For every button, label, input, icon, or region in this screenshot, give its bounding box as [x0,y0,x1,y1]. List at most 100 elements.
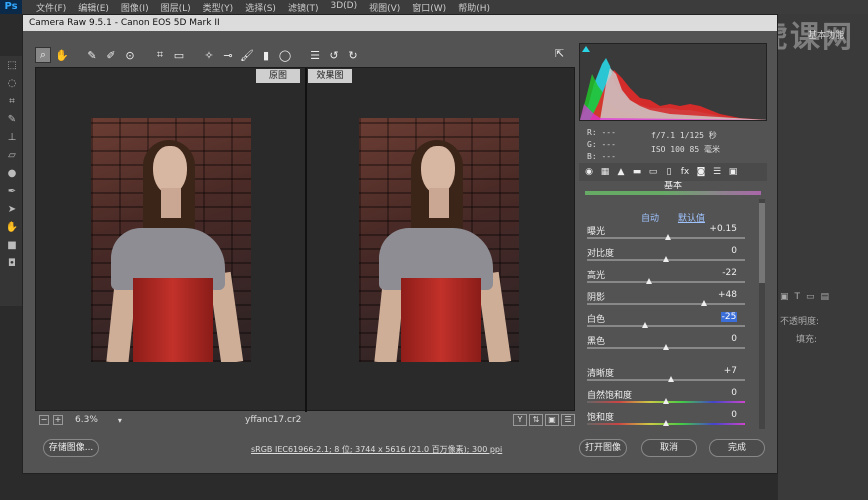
before-after-toggle-icon[interactable]: Y [513,414,527,426]
lasso-tool-icon[interactable]: ◌ [0,74,24,92]
camera-raw-toolbar: ⌕ ✋ ✎ ✐ ⊙ ⌗ ▭ ✧ ⊸ 🖌 ▮ ◯ ☰ ↺ ↻ [35,45,575,65]
menu-layer[interactable]: 图层(L) [155,1,197,14]
menu-help[interactable]: 帮助(H) [452,1,496,14]
tab-effects-icon[interactable]: fx [679,166,691,178]
marquee-tool-icon[interactable]: ⬚ [0,56,24,74]
radial-filter-icon[interactable]: ◯ [277,47,293,63]
layer-smart-icon[interactable]: ▤ [821,292,830,302]
menu-window[interactable]: 窗口(W) [406,1,452,14]
zoom-dropdown-icon[interactable]: ▾ [118,416,122,425]
menu-3d[interactable]: 3D(D) [324,1,363,14]
menu-image[interactable]: 图像(I) [115,1,155,14]
ps-logo: Ps [0,0,22,14]
slider-row: 高光 -22 [585,268,761,290]
tab-tone-curve-icon[interactable]: ▦ [599,166,611,178]
slider-track[interactable] [587,281,745,283]
slider-thumb[interactable] [663,344,669,350]
shadow-clipping-icon[interactable] [582,46,590,52]
menu-edit[interactable]: 编辑(E) [72,1,115,14]
slider-value[interactable]: 0 [697,410,737,420]
auto-default-row: 自动 默认值 [579,211,767,224]
hand-tool-icon[interactable]: ✋ [0,218,24,236]
slider-thumb[interactable] [700,300,707,306]
color-swatch-icon[interactable]: ■ [0,236,24,254]
blur-tool-icon[interactable]: ● [0,164,24,182]
tab-snapshots-icon[interactable]: ▣ [727,166,739,178]
targeted-adjustment-tool-icon[interactable]: ⊙ [122,47,138,63]
ps-right-panel: ▣ T ▭ ▤ 不透明度: 填充: [778,14,868,500]
after-photo [359,118,519,362]
rotate-left-icon[interactable]: ↺ [326,47,342,63]
auto-button[interactable]: 自动 [641,214,659,224]
tab-presets-icon[interactable]: ☰ [711,166,723,178]
slider-value[interactable]: -25 [721,312,737,322]
slider-thumb[interactable] [663,398,669,404]
crop-tool-icon[interactable]: ⌗ [0,92,24,110]
layer-shape-icon[interactable]: ▭ [806,292,815,302]
slider-row: 黑色 0 [585,334,761,356]
slider-value[interactable]: -22 [697,268,737,278]
layer-image-icon[interactable]: ▣ [780,292,789,302]
preferences-icon[interactable]: ☰ [307,47,323,63]
slider-row: 白色 -25 [585,312,761,334]
menu-file[interactable]: 文件(F) [30,1,72,14]
straighten-tool-icon[interactable]: ▭ [171,47,187,63]
slider-value[interactable]: +0.15 [697,224,737,234]
menu-type[interactable]: 类型(Y) [197,1,240,14]
tab-hsl-icon[interactable]: ▬ [631,166,643,178]
menu-select[interactable]: 选择(S) [239,1,282,14]
done-button[interactable]: 完成 [709,439,765,457]
cancel-button[interactable]: 取消 [641,439,697,457]
slider-value[interactable]: +48 [697,290,737,300]
slider-track[interactable] [587,303,745,305]
eraser-tool-icon[interactable]: ▱ [0,146,24,164]
stamp-tool-icon[interactable]: ⊥ [0,128,24,146]
tab-basic-icon[interactable]: ◉ [583,166,595,178]
adjustment-brush-icon[interactable]: 🖌 [239,47,255,63]
workflow-options-link[interactable]: sRGB IEC61966-2.1; 8 位; 3744 x 5616 (21.… [251,444,502,455]
tab-detail-icon[interactable]: ▲ [615,166,627,178]
zoom-out-button[interactable]: − [39,415,49,425]
copy-settings-icon[interactable]: ▣ [545,414,559,426]
path-select-tool-icon[interactable]: ➤ [0,200,24,218]
preview-settings-icon[interactable]: ☰ [561,414,575,426]
tab-split-toning-icon[interactable]: ▭ [647,166,659,178]
color-sampler-tool-icon[interactable]: ✐ [103,47,119,63]
slider-track[interactable] [587,325,745,327]
slider-value[interactable]: 0 [697,334,737,344]
fullscreen-icon[interactable]: ⇱ [555,47,569,61]
slider-value[interactable]: 0 [697,246,737,256]
eyedropper-tool-icon[interactable]: ✎ [0,110,24,128]
spot-removal-tool-icon[interactable]: ✧ [201,47,217,63]
slider-thumb[interactable] [663,256,669,262]
zoom-in-button[interactable]: + [53,415,63,425]
hand-tool-icon[interactable]: ✋ [54,47,70,63]
red-eye-tool-icon[interactable]: ⊸ [220,47,236,63]
histogram [579,43,767,121]
rotate-right-icon[interactable]: ↻ [345,47,361,63]
open-image-button[interactable]: 打开图像 [579,439,627,457]
menu-filter[interactable]: 滤镜(T) [282,1,325,14]
slider-thumb[interactable] [642,322,649,328]
white-balance-tool-icon[interactable]: ✎ [84,47,100,63]
slider-track[interactable] [587,379,745,381]
menu-view[interactable]: 视图(V) [363,1,406,14]
slider-value[interactable]: 0 [697,388,737,398]
slider-thumb[interactable] [664,234,671,240]
swap-views-icon[interactable]: ⇅ [529,414,543,426]
slider-value[interactable]: +7 [697,366,737,376]
default-button[interactable]: 默认值 [678,214,705,224]
tab-lens-icon[interactable]: ▯ [663,166,675,178]
mask-mode-icon[interactable]: ◘ [0,254,24,272]
graduated-filter-icon[interactable]: ▮ [258,47,274,63]
layer-text-icon[interactable]: T [795,292,801,302]
save-image-button[interactable]: 存储图像... [43,439,99,457]
tab-camera-calibration-icon[interactable]: ◙ [695,166,707,178]
crop-tool-icon[interactable]: ⌗ [152,47,168,63]
slider-thumb[interactable] [663,420,669,426]
pen-tool-icon[interactable]: ✒ [0,182,24,200]
panel-scrollbar[interactable] [759,199,765,429]
slider-thumb[interactable] [667,376,674,382]
zoom-tool-icon[interactable]: ⌕ [35,47,51,63]
slider-thumb[interactable] [645,278,652,284]
